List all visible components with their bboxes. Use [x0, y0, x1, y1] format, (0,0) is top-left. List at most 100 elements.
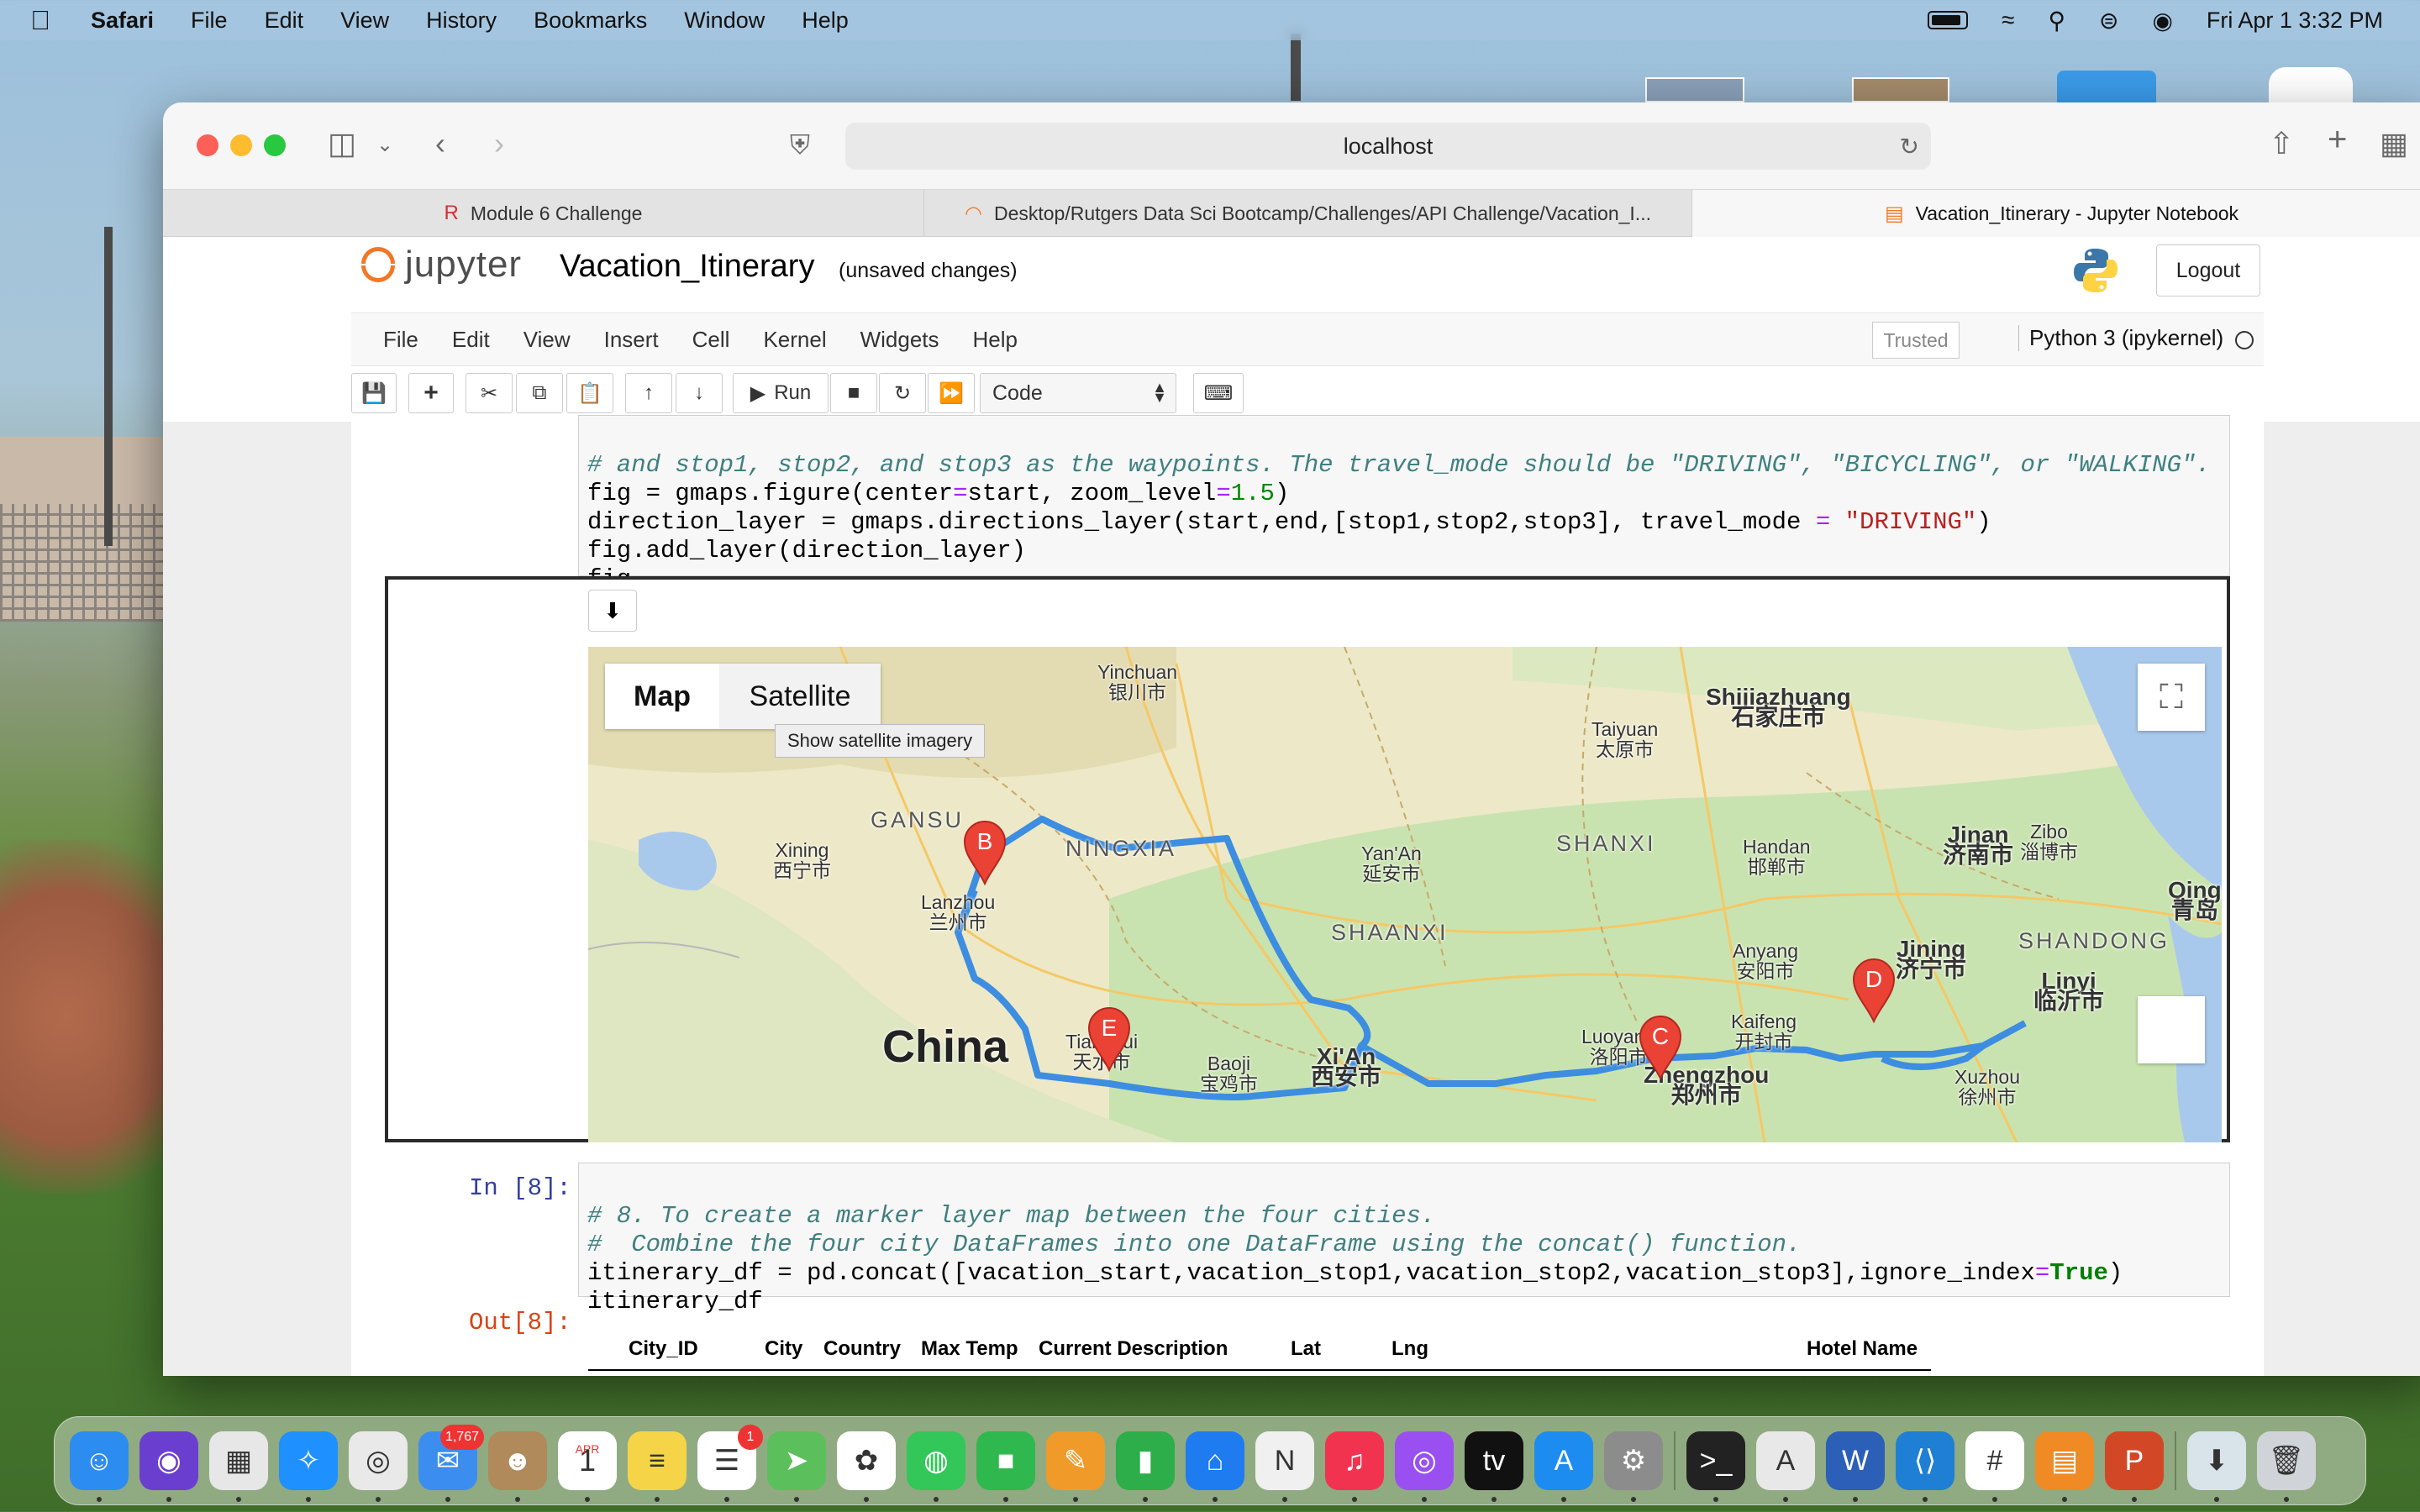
tab-module-6[interactable]: R Module 6 Challenge: [163, 190, 924, 237]
dock-slack-icon[interactable]: #: [1965, 1431, 2024, 1502]
dock-system-preferences-icon[interactable]: ⚙: [1604, 1431, 1663, 1502]
dock-mail-icon[interactable]: ✉ 1,767: [418, 1425, 484, 1502]
fullscreen-icon[interactable]: ⛶: [2138, 664, 2205, 731]
chevron-down-icon[interactable]: ⌄: [376, 133, 393, 157]
dock-powerpoint-icon[interactable]: P: [2105, 1431, 2164, 1502]
menu-bookmarks[interactable]: Bookmarks: [534, 8, 647, 34]
map-marker-c[interactable]: C: [1639, 1015, 1682, 1080]
dock-tv-icon[interactable]: tv: [1465, 1431, 1523, 1502]
battery-icon[interactable]: [1928, 11, 1969, 29]
dock-launchpad-icon[interactable]: ▦: [209, 1431, 268, 1502]
minimize-window-button[interactable]: [230, 134, 252, 156]
desktop-thumbnail[interactable]: [1852, 77, 1949, 102]
trusted-indicator[interactable]: Trusted: [1872, 322, 1960, 359]
menu-clock[interactable]: Fri Apr 1 3:32 PM: [2207, 8, 2383, 34]
dock-facetime-icon[interactable]: ■: [976, 1431, 1035, 1502]
menu-view[interactable]: View: [340, 8, 389, 34]
code-cell-input[interactable]: # 8. To create a marker layer map betwee…: [578, 1163, 2230, 1315]
menu-file[interactable]: File: [191, 8, 228, 34]
dock-reminders-icon[interactable]: ☰ 1: [697, 1425, 763, 1502]
dock-contacts-icon[interactable]: ☻: [488, 1431, 547, 1502]
jupyter-menu-help[interactable]: Help: [973, 327, 1018, 353]
move-down-icon[interactable]: ↓: [676, 373, 723, 413]
desktop-slack-icon[interactable]: [2269, 67, 2353, 104]
fast-forward-icon[interactable]: ⏩: [928, 373, 975, 413]
wifi-icon[interactable]: ≈: [2002, 7, 2014, 34]
map-zoom-control[interactable]: [2138, 996, 2205, 1063]
dock-messages-icon[interactable]: ◍: [907, 1431, 965, 1502]
apple-icon[interactable]: : [30, 5, 67, 36]
dock-numbers-icon[interactable]: ▮: [1116, 1431, 1175, 1502]
paste-icon[interactable]: 📋: [566, 373, 613, 413]
menu-app-name[interactable]: Safari: [91, 8, 154, 34]
map-marker-d[interactable]: D: [1852, 958, 1896, 1023]
control-center-icon[interactable]: ⊜: [2099, 7, 2118, 34]
jupyter-menu-file[interactable]: File: [383, 327, 418, 353]
jupyter-logo[interactable]: jupyter: [360, 244, 522, 286]
menu-history[interactable]: History: [426, 8, 497, 34]
menu-help[interactable]: Help: [802, 8, 849, 34]
dock-maps-icon[interactable]: ➤: [767, 1431, 826, 1502]
google-map[interactable]: Yinchuan 银川市 Shijiazhuang 石家庄市 Taiyuan 太原市 …: [588, 647, 2222, 1142]
dock-trash-icon[interactable]: 🗑: [2257, 1431, 2316, 1502]
run-button[interactable]: ▶ Run: [733, 373, 829, 413]
kernel-name[interactable]: Python 3 (ipykernel): [2018, 325, 2223, 351]
map-type-map-button[interactable]: Map: [605, 664, 719, 729]
jupyter-menu-widgets[interactable]: Widgets: [860, 327, 939, 353]
back-icon[interactable]: ‹: [435, 126, 445, 161]
menu-edit[interactable]: Edit: [265, 8, 304, 34]
copy-icon[interactable]: ⧉: [516, 373, 563, 413]
dock-chrome-icon[interactable]: ◎: [349, 1431, 408, 1502]
zoom-window-button[interactable]: [264, 134, 286, 156]
logout-button[interactable]: Logout: [2156, 244, 2260, 297]
dock-siri-icon[interactable]: ◉: [139, 1431, 198, 1502]
menu-window[interactable]: Window: [684, 8, 765, 34]
spotlight-search-icon[interactable]: ⚲: [2048, 7, 2065, 34]
jupyter-menu-view[interactable]: View: [523, 327, 571, 353]
keyboard-icon[interactable]: ⌨: [1193, 373, 1244, 413]
map-marker-b[interactable]: B: [963, 820, 1007, 885]
move-up-icon[interactable]: ↑: [625, 373, 672, 413]
tab-vacation-itinerary[interactable]: ▤ Vacation_Itinerary - Jupyter Notebook: [1692, 190, 2420, 237]
dock-books-icon[interactable]: ▤: [2035, 1431, 2094, 1502]
jupyter-menu-edit[interactable]: Edit: [452, 327, 490, 353]
code-cell-input[interactable]: # and stop1, stop2, and stop3 as the way…: [578, 415, 2230, 593]
notebook-title[interactable]: Vacation_Itinerary: [560, 249, 814, 285]
dock-safari-icon[interactable]: ✧: [279, 1431, 338, 1502]
new-tab-icon[interactable]: +: [2328, 121, 2347, 159]
privacy-shield-icon[interactable]: ⛨: [790, 129, 810, 161]
forward-icon[interactable]: ›: [494, 126, 504, 161]
close-window-button[interactable]: [197, 134, 218, 156]
map-type-satellite-button[interactable]: Satellite: [719, 664, 881, 729]
dock-app-store-icon[interactable]: A: [1534, 1431, 1593, 1502]
dock-keynote-icon[interactable]: ⌂: [1186, 1431, 1244, 1502]
dock-downloads-icon[interactable]: ⬇: [2187, 1431, 2246, 1502]
sidebar-toggle-icon[interactable]: ◫: [328, 126, 356, 161]
jupyter-menu-cell[interactable]: Cell: [692, 327, 730, 353]
dock-word-icon[interactable]: W: [1826, 1431, 1885, 1502]
dock-podcasts-icon[interactable]: ◎: [1395, 1431, 1454, 1502]
dock-vscode-icon[interactable]: ⟨⟩: [1896, 1431, 1954, 1502]
share-icon[interactable]: ⇧: [2269, 126, 2294, 161]
save-icon[interactable]: 💾: [351, 373, 397, 413]
download-map-button[interactable]: ⬇: [588, 590, 637, 632]
dock-finder-icon[interactable]: ☺: [70, 1431, 129, 1502]
desktop-thumbnail[interactable]: [1645, 77, 1744, 102]
jupyter-menu-kernel[interactable]: Kernel: [763, 327, 826, 353]
address-bar[interactable]: localhost ↻: [845, 123, 1931, 170]
dock-news-icon[interactable]: N: [1255, 1431, 1314, 1502]
dock-photos-icon[interactable]: ✿: [837, 1431, 896, 1502]
jupyter-menu-insert[interactable]: Insert: [604, 327, 659, 353]
cut-icon[interactable]: ✂: [466, 373, 513, 413]
dock-pages-icon[interactable]: ✎: [1046, 1431, 1105, 1502]
tab-overview-icon[interactable]: ▦: [2380, 126, 2408, 161]
add-cell-button[interactable]: +: [408, 373, 454, 413]
stop-icon[interactable]: ■: [830, 373, 877, 413]
dock-music-icon[interactable]: ♫: [1325, 1431, 1384, 1502]
dock-calendar-icon[interactable]: 1 APR: [558, 1431, 617, 1502]
dock-terminal-icon[interactable]: >_: [1686, 1431, 1745, 1502]
map-marker-e[interactable]: E: [1087, 1006, 1131, 1072]
reload-icon[interactable]: ↻: [1900, 133, 1919, 160]
cell-type-select[interactable]: Code ▲ ▼: [980, 373, 1176, 413]
dock-notes-icon[interactable]: ≡: [628, 1431, 687, 1502]
